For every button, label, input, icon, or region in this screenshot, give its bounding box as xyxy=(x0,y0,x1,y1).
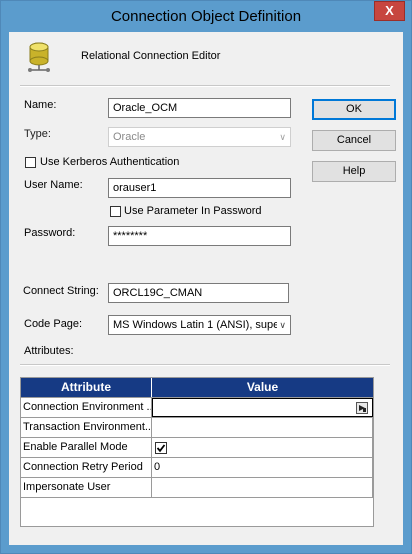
value-cell[interactable] xyxy=(152,418,373,437)
connect-string-label: Connect String: xyxy=(23,285,99,297)
column-header-attribute[interactable]: Attribute xyxy=(21,378,152,397)
kerberos-checkbox[interactable] xyxy=(25,157,36,168)
table-row[interactable]: Impersonate User xyxy=(21,477,373,497)
param-password-label: Use Parameter In Password xyxy=(124,205,262,217)
type-value: Oracle xyxy=(113,131,146,143)
attribute-cell: Connection Retry Period xyxy=(21,458,152,477)
code-page-value: MS Windows Latin 1 (ANSI), supe xyxy=(113,319,280,331)
table-row[interactable]: Enable Parallel Mode xyxy=(21,437,373,457)
type-select: Oracle ∨ xyxy=(108,127,291,147)
table-empty-area xyxy=(21,497,373,526)
close-button[interactable]: X xyxy=(374,1,405,21)
attributes-table: Attribute Value Connection Environment .… xyxy=(20,377,374,527)
attribute-cell: Enable Parallel Mode xyxy=(21,438,152,457)
value-cell-parallel-mode[interactable] xyxy=(152,438,373,457)
column-header-value[interactable]: Value xyxy=(152,378,373,397)
code-page-select[interactable]: MS Windows Latin 1 (ANSI), supe ∨ xyxy=(108,315,291,335)
close-icon: X xyxy=(385,3,394,18)
window-title: Connection Object Definition xyxy=(110,8,302,25)
table-header: Attribute Value xyxy=(21,378,373,397)
type-label: Type: xyxy=(24,128,51,140)
connect-string-input[interactable]: ORCL19C_CMAN xyxy=(108,283,289,303)
code-page-label: Code Page: xyxy=(24,318,83,330)
table-row[interactable]: Transaction Environment... xyxy=(21,417,373,437)
param-password-checkbox[interactable] xyxy=(110,206,121,217)
table-row[interactable]: Connection Environment ... xyxy=(21,397,373,417)
checkmark-icon[interactable] xyxy=(155,442,167,454)
attributes-label: Attributes: xyxy=(24,345,74,357)
cancel-button[interactable]: Cancel xyxy=(312,130,396,151)
chevron-down-icon: ∨ xyxy=(277,316,286,334)
database-icon xyxy=(28,42,50,72)
name-label: Name: xyxy=(24,99,57,111)
username-label: User Name: xyxy=(24,179,83,191)
title-bar[interactable]: Connection Object Definition X xyxy=(1,1,411,32)
value-cell[interactable] xyxy=(152,478,373,497)
dialog-body: Relational Connection Editor Name: Oracl… xyxy=(9,32,403,545)
value-cell-environment[interactable] xyxy=(152,398,373,417)
browse-icon[interactable] xyxy=(356,402,368,414)
attribute-cell: Impersonate User xyxy=(21,478,152,497)
dialog-window: Connection Object Definition X Relationa… xyxy=(0,0,412,554)
attribute-cell: Connection Environment ... xyxy=(21,398,152,417)
help-button[interactable]: Help xyxy=(312,161,396,182)
attribute-cell: Transaction Environment... xyxy=(21,418,152,437)
password-input[interactable]: ******** xyxy=(108,226,291,246)
ok-button[interactable]: OK xyxy=(312,99,396,120)
name-input[interactable]: Oracle_OCM xyxy=(108,98,291,118)
value-cell[interactable]: 0 xyxy=(152,458,373,477)
table-row[interactable]: Connection Retry Period 0 xyxy=(21,457,373,477)
kerberos-label: Use Kerberos Authentication xyxy=(40,156,180,168)
editor-subtitle: Relational Connection Editor xyxy=(81,50,221,62)
password-label: Password: xyxy=(24,227,76,239)
username-input[interactable]: orauser1 xyxy=(108,178,291,198)
chevron-down-icon: ∨ xyxy=(279,132,286,142)
